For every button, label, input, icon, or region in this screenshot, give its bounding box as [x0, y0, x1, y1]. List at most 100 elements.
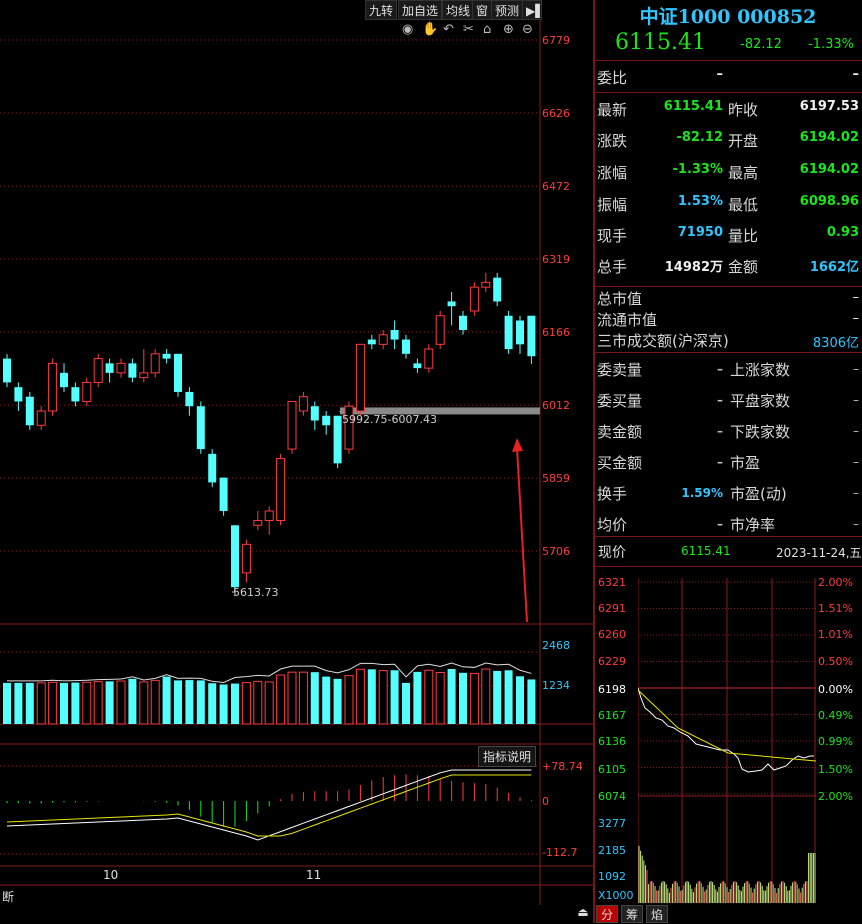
quote-value: 6197.53	[799, 99, 859, 114]
volume-bar	[241, 682, 251, 725]
add-favorite-button[interactable]: 加自选	[398, 0, 443, 20]
volume-bar	[3, 682, 11, 724]
zoom-out-icon[interactable]: ⊖	[522, 22, 533, 37]
quote-label: 振幅	[597, 196, 628, 214]
stat-label: 总市值	[597, 290, 643, 308]
volume-bar	[82, 681, 92, 725]
volume-bar	[253, 680, 263, 725]
mini-pct-tick: 1.50%	[818, 763, 853, 776]
divider	[595, 536, 862, 537]
volume-tick: 1234	[542, 679, 570, 692]
intraday-chart[interactable]	[638, 578, 816, 903]
stat-row: 流通市值 –	[597, 309, 859, 330]
candle-body	[36, 410, 46, 426]
right-panel-border	[593, 0, 595, 923]
candle-body	[14, 387, 23, 402]
info-value: –	[717, 362, 723, 376]
info-label: 买金额	[597, 454, 643, 472]
mini-price-value: 6115.41	[681, 544, 731, 558]
zoom-in-icon[interactable]: ⊕	[503, 22, 514, 37]
candle-body	[162, 353, 171, 359]
candle-body	[355, 343, 365, 412]
mini-volume-tick: 1092	[598, 870, 626, 883]
volume-bar	[298, 671, 308, 725]
mini-volume-tick: X1000	[598, 889, 634, 902]
lock-icon[interactable]: ⌂	[483, 22, 491, 37]
macd-tick: +78.74	[542, 760, 583, 773]
candle-body	[25, 396, 34, 426]
info-label: 市盈	[730, 454, 761, 472]
mini-price-tick: 6229	[598, 655, 626, 668]
volume-bar	[196, 680, 205, 724]
weibi-value: –	[716, 67, 724, 82]
info-value: –	[717, 393, 723, 407]
forecast-button[interactable]: 预测	[491, 0, 524, 20]
mini-price-tick: 6074	[598, 790, 626, 803]
scroll-up-icon[interactable]: ⏏	[574, 905, 592, 923]
info-label: 下跌家数	[730, 423, 791, 441]
candle-body	[322, 415, 331, 426]
date-label: 11	[306, 868, 322, 882]
quote-row: 最新 6115.41 昨收 6197.53	[597, 93, 859, 124]
volume-bar	[447, 669, 456, 724]
moving-average-button[interactable]: 均线	[442, 0, 475, 20]
info-label: 平盘家数	[730, 392, 791, 410]
candle-body	[367, 339, 376, 345]
nine-turn-button[interactable]: 九转	[365, 0, 398, 20]
candle-body	[231, 525, 239, 588]
volume-bar	[322, 676, 331, 724]
volume-bar	[367, 669, 376, 724]
tab-intraday[interactable]: 分	[596, 905, 618, 923]
price-tick: 6779	[542, 34, 570, 47]
info-value: –	[853, 517, 859, 531]
candle-body	[185, 391, 194, 407]
volume-bar	[116, 680, 126, 725]
stat-label: 流通市值	[597, 311, 658, 329]
volume-bar	[516, 676, 524, 724]
info-row: 委卖量 – 上涨家数 –	[597, 356, 859, 384]
scissors-icon[interactable]: ✂	[463, 22, 474, 37]
quote-value: 6194.02	[799, 130, 859, 145]
mini-pct-tick: 0.49%	[818, 709, 853, 722]
volume-bar	[355, 668, 365, 725]
info-row: 卖金额 – 下跌家数 –	[597, 418, 859, 446]
eye-icon[interactable]: ◉	[402, 22, 413, 37]
volume-bar	[424, 669, 434, 725]
info-value: –	[853, 424, 859, 438]
undo-icon[interactable]: ↶	[443, 22, 454, 37]
price-change-pct: -1.33%	[808, 37, 854, 52]
candle-body	[435, 315, 445, 345]
quote-label: 最新	[597, 101, 628, 119]
tab-flame[interactable]: 焰	[646, 905, 668, 923]
info-value: –	[717, 517, 723, 531]
indicator-help-button[interactable]: 指标说明	[478, 746, 537, 767]
candle-body	[424, 348, 434, 369]
window-button[interactable]: 窗	[472, 0, 493, 20]
candle-body	[82, 381, 92, 402]
volume-bar	[435, 671, 445, 725]
collapse-icon[interactable]: ▶▌	[522, 0, 544, 20]
kline-chart-area[interactable]	[0, 0, 593, 905]
price-tick: 6319	[542, 253, 570, 266]
info-label: 换手	[597, 485, 628, 503]
candle-body	[196, 406, 205, 450]
quote-label: 开盘	[728, 132, 759, 150]
candle-body	[333, 415, 342, 464]
candle-body	[402, 339, 410, 354]
weibi-diff: –	[852, 67, 860, 82]
volume-bar	[36, 682, 46, 725]
price-tick: 5706	[542, 545, 570, 558]
info-label: 上涨家数	[730, 361, 791, 379]
quote-row: 涨幅 -1.33% 最高 6194.02	[597, 156, 859, 187]
info-value: –	[853, 362, 859, 376]
volume-tick: 2468	[542, 639, 570, 652]
price-tick: 6626	[542, 107, 570, 120]
break-label: 断	[2, 890, 15, 904]
candle-body	[3, 358, 11, 383]
volume-bar	[93, 681, 103, 725]
tab-chips[interactable]: 筹	[621, 905, 643, 923]
stat-label: 三市成交额(沪深京)	[597, 332, 729, 350]
candle-body	[174, 353, 182, 392]
hand-icon[interactable]: ✋	[422, 22, 438, 37]
candle-body	[71, 387, 80, 402]
